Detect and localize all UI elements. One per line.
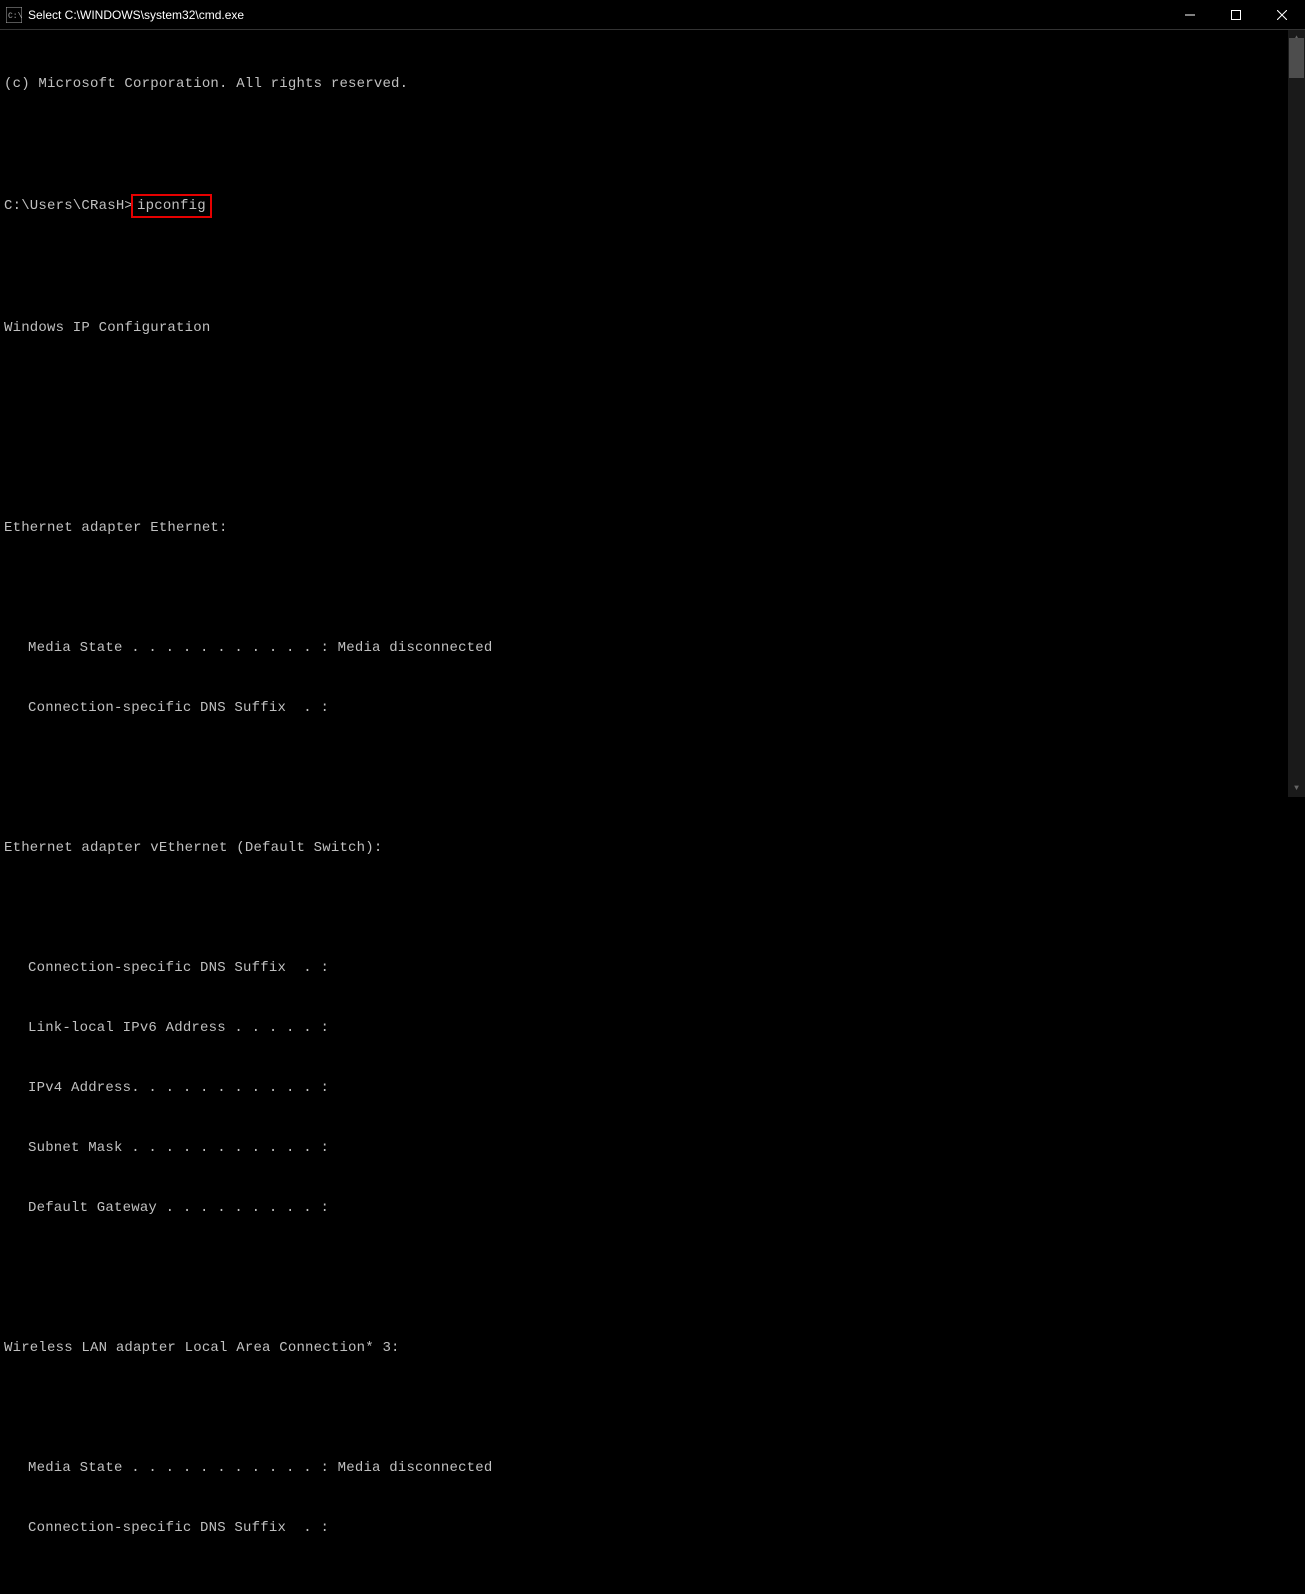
adapter-title: Ethernet adapter vEthernet (Default Swit… [4,838,1305,858]
blank-line [4,758,1305,778]
window-title: Select C:\WINDOWS\system32\cmd.exe [28,8,244,22]
media-state-line: Media State . . . . . . . . . . . : Medi… [28,1458,1305,1478]
maximize-button[interactable] [1213,0,1259,30]
titlebar: C:\ Select C:\WINDOWS\system32\cmd.exe [0,0,1305,30]
vertical-scrollbar[interactable]: ▲ ▼ [1288,30,1305,797]
blank-line [4,1258,1305,1278]
blank-line [4,258,1305,278]
terminal-output[interactable]: (c) Microsoft Corporation. All rights re… [0,30,1305,1594]
dns-suffix-line: Connection-specific DNS Suffix . : [28,698,1305,718]
close-button[interactable] [1259,0,1305,30]
svg-text:C:\: C:\ [8,12,22,21]
adapter-title: Wireless LAN adapter Local Area Connecti… [4,1338,1305,1358]
prompt-text: C:\Users\CRasH> [4,198,133,214]
scroll-down-arrow-icon[interactable]: ▼ [1288,780,1305,797]
gateway-line: Default Gateway . . . . . . . . . : [28,1198,1305,1218]
cmd-icon: C:\ [6,7,22,23]
blank-line [4,1578,1305,1594]
blank-line [4,438,1305,458]
dns-suffix-line: Connection-specific DNS Suffix . : [28,1518,1305,1538]
blank-line [4,898,1305,918]
blank-line [4,378,1305,398]
ipconfig-header: Windows IP Configuration [4,318,1305,338]
ipv4-line: IPv4 Address. . . . . . . . . . . : [28,1078,1305,1098]
scroll-thumb[interactable] [1289,38,1304,78]
prompt-line: C:\Users\CRasH>ipconfig [4,194,1305,218]
adapter-title: Ethernet adapter Ethernet: [4,518,1305,538]
subnet-line: Subnet Mask . . . . . . . . . . . : [28,1138,1305,1158]
copyright-line: (c) Microsoft Corporation. All rights re… [4,74,1305,94]
window-controls [1167,0,1305,29]
command-highlight: ipconfig [131,194,212,218]
blank-line [4,578,1305,598]
ipv6-line: Link-local IPv6 Address . . . . . : [28,1018,1305,1038]
dns-suffix-line: Connection-specific DNS Suffix . : [28,958,1305,978]
minimize-button[interactable] [1167,0,1213,30]
blank-line [4,1398,1305,1418]
media-state-line: Media State . . . . . . . . . . . : Medi… [28,638,1305,658]
blank-line [4,134,1305,154]
titlebar-left: C:\ Select C:\WINDOWS\system32\cmd.exe [6,7,244,23]
